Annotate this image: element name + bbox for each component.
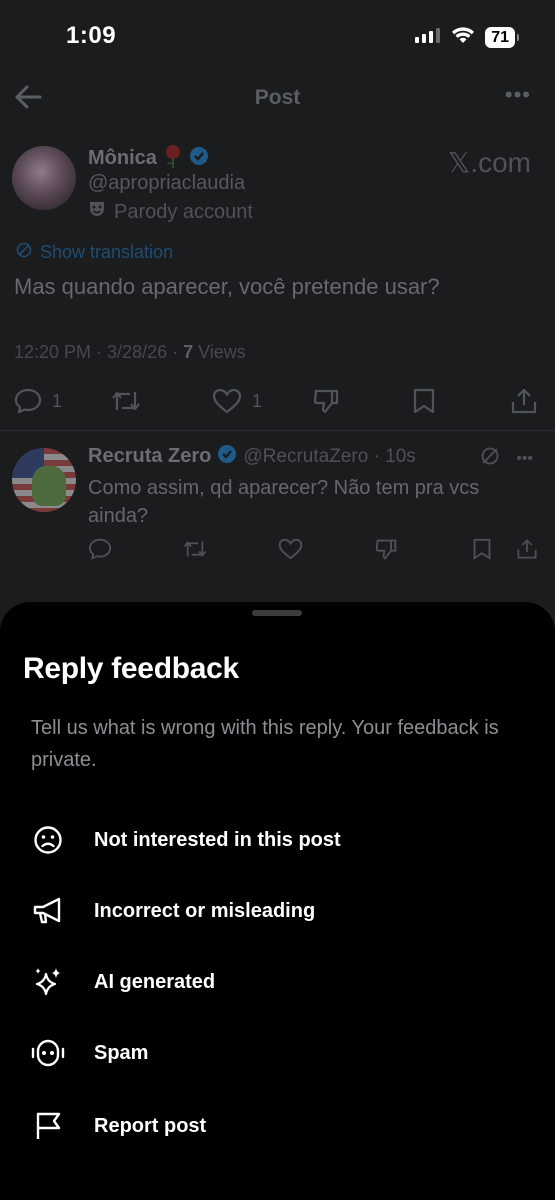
option-ai-generated[interactable]: AI generated bbox=[0, 952, 555, 1012]
post-author-handle[interactable]: @apropriaclaudia bbox=[88, 172, 245, 195]
translate-icon bbox=[16, 242, 32, 263]
sheet-description: Tell us what is wrong with this reply. Y… bbox=[31, 717, 499, 771]
share-icon[interactable] bbox=[516, 538, 538, 565]
bookmark-button[interactable] bbox=[412, 388, 436, 414]
option-not-interested[interactable]: Not interested in this post bbox=[0, 810, 555, 870]
avatar[interactable] bbox=[12, 448, 76, 512]
option-label: Spam bbox=[94, 1041, 149, 1064]
post-actions: 1 1 bbox=[0, 382, 555, 422]
status-bar: 1:09 71 bbox=[0, 0, 555, 74]
watermark: 𝕏.com bbox=[447, 147, 531, 178]
top-bar: Post ••• bbox=[0, 76, 555, 120]
heart-icon[interactable] bbox=[278, 538, 303, 565]
battery-indicator: 71 bbox=[485, 27, 519, 48]
theater-mask-icon bbox=[88, 200, 106, 224]
divider bbox=[0, 430, 555, 431]
show-translation-text: Show translation bbox=[40, 242, 174, 262]
sparkles-icon bbox=[31, 965, 65, 999]
views-label: Views bbox=[193, 342, 246, 362]
sheet-drag-handle[interactable] bbox=[252, 610, 302, 616]
flag-icon bbox=[31, 1109, 65, 1143]
post-meta: 12:20 PM · 3/28/26 · 7 Views bbox=[14, 342, 246, 363]
megaphone-icon bbox=[31, 894, 65, 928]
repost-icon[interactable] bbox=[182, 538, 208, 565]
option-label: AI generated bbox=[94, 970, 216, 993]
parody-label: Parody account bbox=[88, 200, 253, 224]
thumbs-down-icon[interactable] bbox=[374, 538, 398, 565]
robot-icon bbox=[31, 1036, 65, 1070]
parody-text: Parody account bbox=[114, 200, 253, 223]
thumbs-down-icon bbox=[313, 389, 339, 414]
post-text: Mas quando aparecer, você pretende usar? bbox=[14, 274, 440, 299]
heart-icon bbox=[212, 388, 242, 414]
more-options-icon[interactable]: ••• bbox=[505, 82, 531, 108]
bookmark-icon bbox=[413, 388, 435, 414]
option-label: Incorrect or misleading bbox=[94, 899, 316, 922]
grok-icon[interactable] bbox=[480, 446, 500, 471]
status-time: 1:09 bbox=[66, 22, 117, 49]
page-title: Post bbox=[254, 86, 301, 109]
signal-icon bbox=[415, 27, 441, 48]
option-report-post[interactable]: Report post bbox=[0, 1096, 555, 1156]
reply-feedback-sheet: Reply feedback Tell us what is wrong wit… bbox=[0, 602, 555, 1200]
verified-badge-icon bbox=[217, 444, 237, 469]
reply-button[interactable]: 1 bbox=[14, 388, 62, 414]
option-label: Report post bbox=[94, 1114, 207, 1137]
repost-button[interactable] bbox=[110, 388, 142, 414]
reply-actions bbox=[0, 536, 555, 566]
share-button[interactable] bbox=[510, 388, 538, 414]
bookmark-icon[interactable] bbox=[472, 538, 492, 565]
verified-badge-icon bbox=[189, 146, 209, 171]
sheet-title: Reply feedback bbox=[23, 652, 239, 685]
like-button[interactable]: 1 bbox=[212, 388, 262, 414]
reply-handle-time[interactable]: @RecrutaZero · 10s bbox=[243, 446, 415, 468]
more-options-icon[interactable]: ••• bbox=[516, 450, 533, 468]
reply-icon bbox=[14, 388, 42, 414]
views-count: 7 bbox=[183, 342, 194, 362]
like-count: 1 bbox=[252, 390, 263, 411]
dislike-button[interactable] bbox=[312, 388, 340, 414]
reply-author-name[interactable]: Recruta Zero bbox=[88, 445, 211, 468]
wifi-icon bbox=[451, 26, 475, 49]
option-spam[interactable]: Spam bbox=[0, 1023, 555, 1083]
option-label: Not interested in this post bbox=[94, 828, 341, 851]
show-translation-link[interactable]: Show translation bbox=[16, 242, 173, 263]
repost-icon bbox=[112, 391, 140, 411]
post-author-name[interactable]: Mônica bbox=[88, 147, 157, 170]
reply-icon[interactable] bbox=[88, 538, 112, 565]
reply-text: Como assim, qd aparecer? Não tem pra vcs… bbox=[88, 477, 480, 527]
rose-emoji-icon bbox=[163, 144, 183, 173]
post-timestamp: 12:20 PM · 3/28/26 · bbox=[14, 342, 184, 362]
sad-face-icon bbox=[31, 823, 65, 857]
reply-count: 1 bbox=[52, 390, 63, 411]
share-icon bbox=[511, 388, 537, 414]
option-incorrect-misleading[interactable]: Incorrect or misleading bbox=[0, 881, 555, 941]
avatar[interactable] bbox=[12, 146, 76, 210]
